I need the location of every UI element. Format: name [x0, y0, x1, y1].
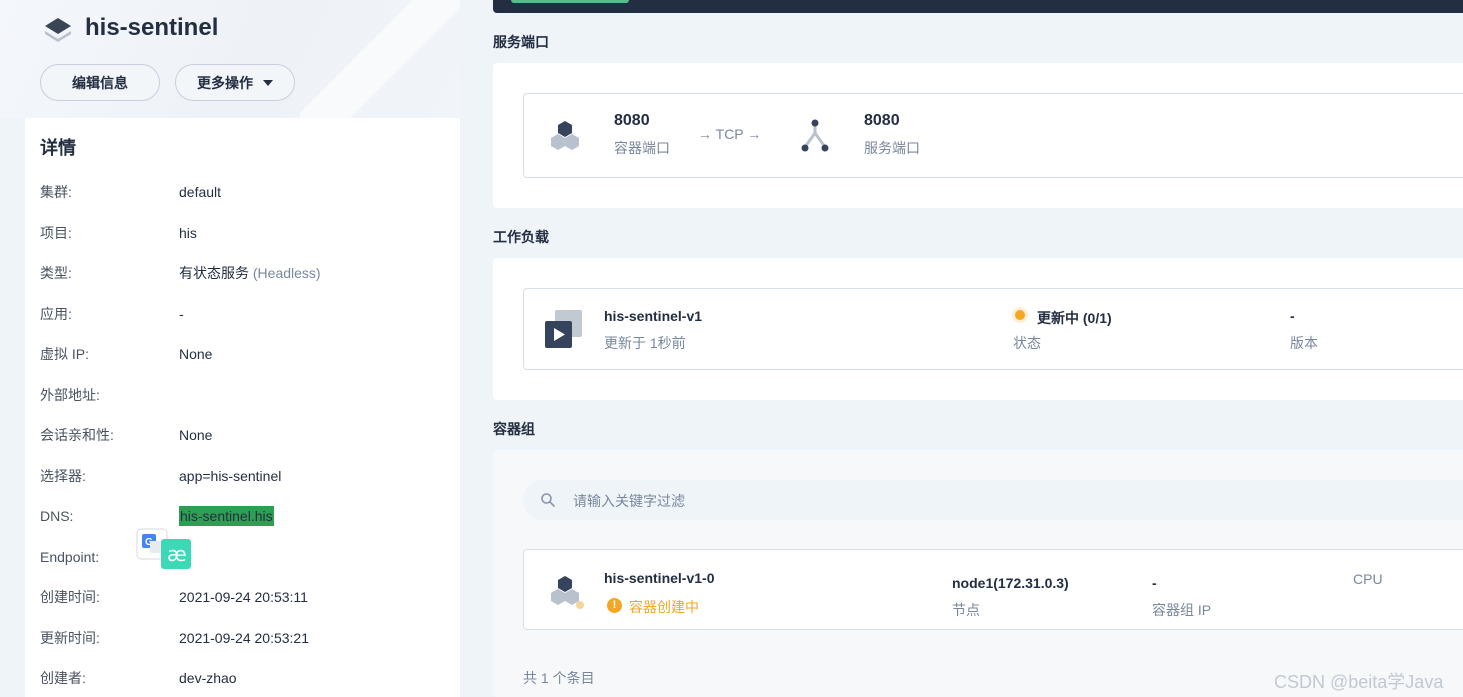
type-value: 有状态服务 — [179, 265, 249, 281]
pod-name[interactable]: his-sentinel-v1-0 — [604, 570, 714, 586]
workload-updated: 更新于 1秒前 — [604, 335, 686, 351]
workload-name[interactable]: his-sentinel-v1 — [604, 308, 702, 324]
pod-ip: - — [1152, 575, 1157, 591]
container-port-label: 容器端口 — [614, 140, 670, 156]
details-panel: 详情 集群: default 项目: his 类型: 有状态服务 (Headle… — [25, 118, 460, 697]
detail-key: 选择器: — [40, 468, 86, 484]
protocol-label: → TCP → — [698, 126, 762, 142]
svg-text:æ: æ — [167, 542, 187, 566]
detail-value: None — [179, 346, 213, 362]
detail-key: 外部地址: — [40, 387, 100, 403]
type-value-muted: (Headless) — [252, 265, 321, 281]
container-hexagons-icon — [551, 121, 579, 150]
pods-total-count: 共 1 个条目 — [523, 670, 595, 686]
translate-extension-icons[interactable]: G æ — [136, 528, 196, 572]
csdn-watermark: CSDN @beita学Java — [1274, 672, 1444, 692]
ports-section-title: 服务端口 — [493, 34, 549, 50]
pod-card[interactable]: his-sentinel-v1-0 ! 容器创建中 node1(172.31.0… — [523, 549, 1463, 630]
detail-key: 更新时间: — [40, 630, 100, 646]
detail-key: 会话亲和性: — [40, 427, 114, 443]
workload-status-label: 状态 — [1013, 335, 1041, 351]
workload-status: 更新中 (0/1) — [1037, 310, 1112, 326]
top-banner-accent — [511, 0, 629, 3]
warning-info-icon: ! — [607, 598, 622, 613]
status-pending-dot — [1015, 310, 1025, 320]
dns-value-selected[interactable]: his-sentinel.his — [179, 506, 274, 526]
pod-node[interactable]: node1(172.31.0.3) — [952, 575, 1069, 591]
detail-key: 集群: — [40, 184, 72, 200]
detail-value: 2021-09-24 20:53:21 — [179, 630, 309, 646]
pod-ip-label: 容器组 IP — [1152, 602, 1212, 618]
workloads-section-title: 工作负载 — [493, 229, 549, 245]
detail-key: 虚拟 IP: — [40, 346, 90, 362]
pod-search-input[interactable]: 请输入关键字过滤 — [523, 480, 1463, 520]
detail-key: 类型: — [40, 265, 72, 281]
detail-key: 创建者: — [40, 670, 86, 686]
more-actions-button[interactable]: 更多操作 — [175, 64, 295, 101]
workloads-panel: his-sentinel-v1 更新于 1秒前 更新中 (0/1) 状态 - 版… — [493, 258, 1463, 400]
detail-value: 2021-09-24 20:53:11 — [179, 589, 308, 605]
detail-value: - — [179, 306, 184, 322]
service-stack-icon — [45, 18, 71, 42]
detail-key: DNS: — [40, 508, 74, 524]
detail-value: None — [179, 427, 213, 443]
more-actions-label: 更多操作 — [197, 74, 253, 91]
port-card: 8080 容器端口 → TCP → 8080 服务端口 — [523, 93, 1463, 178]
pod-state: 容器创建中 — [629, 599, 699, 615]
detail-value: his — [179, 225, 197, 241]
search-placeholder: 请输入关键字过滤 — [573, 493, 685, 509]
details-title: 详情 — [40, 138, 76, 158]
workload-version: - — [1290, 308, 1295, 324]
detail-key: 创建时间: — [40, 589, 100, 605]
detail-value: default — [179, 184, 222, 200]
workload-card[interactable]: his-sentinel-v1 更新于 1秒前 更新中 (0/1) 状态 - 版… — [523, 288, 1463, 370]
workload-play-icon — [545, 310, 582, 348]
page-title: his-sentinel — [85, 14, 219, 41]
container-port-value: 8080 — [614, 112, 650, 129]
detail-value: dev-zhao — [179, 670, 237, 686]
workload-version-label: 版本 — [1290, 335, 1318, 351]
pod-node-label: 节点 — [952, 602, 980, 618]
caret-down-icon — [263, 79, 273, 86]
ports-panel: 8080 容器端口 → TCP → 8080 服务端口 — [493, 63, 1463, 208]
search-icon — [541, 493, 555, 507]
pod-hexagons-icon — [551, 576, 584, 609]
header-decoration — [300, 0, 460, 118]
service-port-label: 服务端口 — [864, 140, 920, 156]
edit-info-label: 编辑信息 — [72, 74, 128, 91]
detail-value-type: 有状态服务 (Headless) — [179, 263, 321, 283]
top-banner — [493, 0, 1463, 13]
pods-section-title: 容器组 — [493, 421, 535, 437]
detail-key: 项目: — [40, 225, 72, 241]
pod-cpu-label: CPU — [1353, 571, 1383, 587]
service-port-value: 8080 — [864, 112, 900, 129]
edit-info-button[interactable]: 编辑信息 — [40, 64, 160, 101]
detail-value: app=his-sentinel — [179, 468, 282, 484]
detail-key: 应用: — [40, 306, 72, 322]
service-topology-icon — [801, 119, 829, 152]
